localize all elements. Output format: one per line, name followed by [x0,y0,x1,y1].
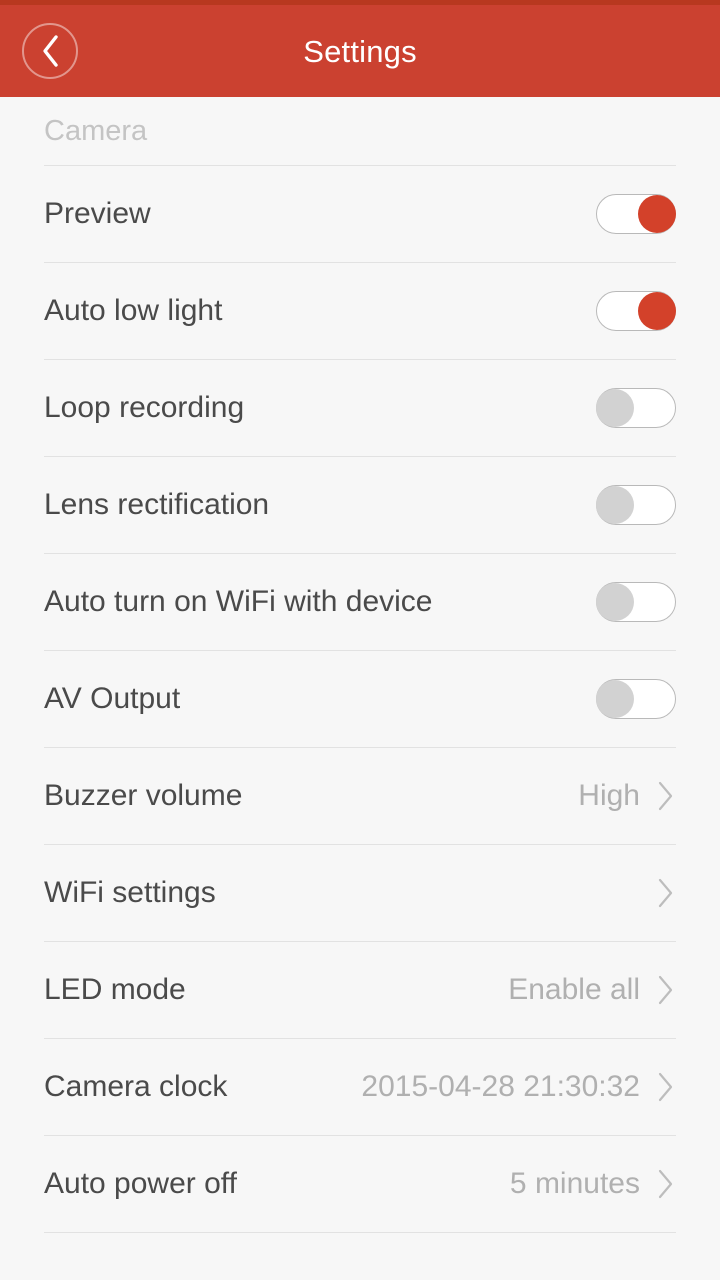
chevron-right-icon [656,973,676,1007]
settings-row-camera-clock[interactable]: Camera clock 2015-04-28 21:30:32 [0,1039,720,1135]
row-value: High [578,779,640,812]
back-button[interactable] [22,23,78,79]
settings-list: Camera Preview Auto low light Loop recordin… [0,97,720,1233]
toggle-knob [638,292,676,330]
row-label: Lens rectification [44,488,270,521]
row-value: 5 minutes [509,1167,640,1200]
settings-screen: Settings Camera Preview Auto low light Loop… [0,0,720,1280]
row-label: Preview [44,197,151,230]
toggle-preview[interactable] [596,194,676,234]
row-divider [0,1232,720,1233]
row-label: Buzzer volume [44,779,243,812]
toggle-loop-recording[interactable] [596,388,676,428]
toggle-knob [638,195,676,233]
app-header: Settings [0,5,720,97]
chevron-right-icon [656,779,676,813]
row-label: Camera clock [44,1070,228,1103]
settings-row-auto-low-light[interactable]: Auto low light [0,263,720,359]
settings-row-buzzer-volume[interactable]: Buzzer volume High [0,748,720,844]
section-header-camera: Camera [44,114,148,147]
toggle-lens-rectification[interactable] [596,485,676,525]
settings-row-lens-rectification[interactable]: Lens rectification [0,457,720,553]
chevron-left-icon [39,34,61,68]
toggle-knob [596,486,634,524]
chevron-right-icon [656,1070,676,1104]
settings-row-preview[interactable]: Preview [0,166,720,262]
settings-row-auto-power-off[interactable]: Auto power off 5 minutes [0,1136,720,1232]
row-value: 2015-04-28 21:30:32 [361,1070,640,1103]
toggle-av-output[interactable] [596,679,676,719]
settings-row-auto-turn-on-wifi-with-device[interactable]: Auto turn on WiFi with device [0,554,720,650]
row-label: Loop recording [44,391,245,424]
toggle-knob [596,583,634,621]
settings-row-wifi-settings[interactable]: WiFi settings [0,845,720,941]
toggle-auto-low-light[interactable] [596,291,676,331]
settings-row-loop-recording[interactable]: Loop recording [0,360,720,456]
toggle-knob [596,680,634,718]
settings-row-av-output[interactable]: AV Output [0,651,720,747]
row-label: Auto low light [44,294,223,327]
toggle-knob [596,389,634,427]
row-label: WiFi settings [44,876,216,909]
chevron-right-icon [656,876,676,910]
settings-row-led-mode[interactable]: LED mode Enable all [0,942,720,1038]
page-title: Settings [303,33,417,69]
row-value: Enable all [508,973,640,1006]
row-label: Auto turn on WiFi with device [44,585,433,618]
row-label: LED mode [44,973,186,1006]
row-label: Auto power off [44,1167,237,1200]
divider-line [44,1232,676,1233]
toggle-auto-turn-on-wifi-with-device[interactable] [596,582,676,622]
row-label: AV Output [44,682,181,715]
chevron-right-icon [656,1167,676,1201]
